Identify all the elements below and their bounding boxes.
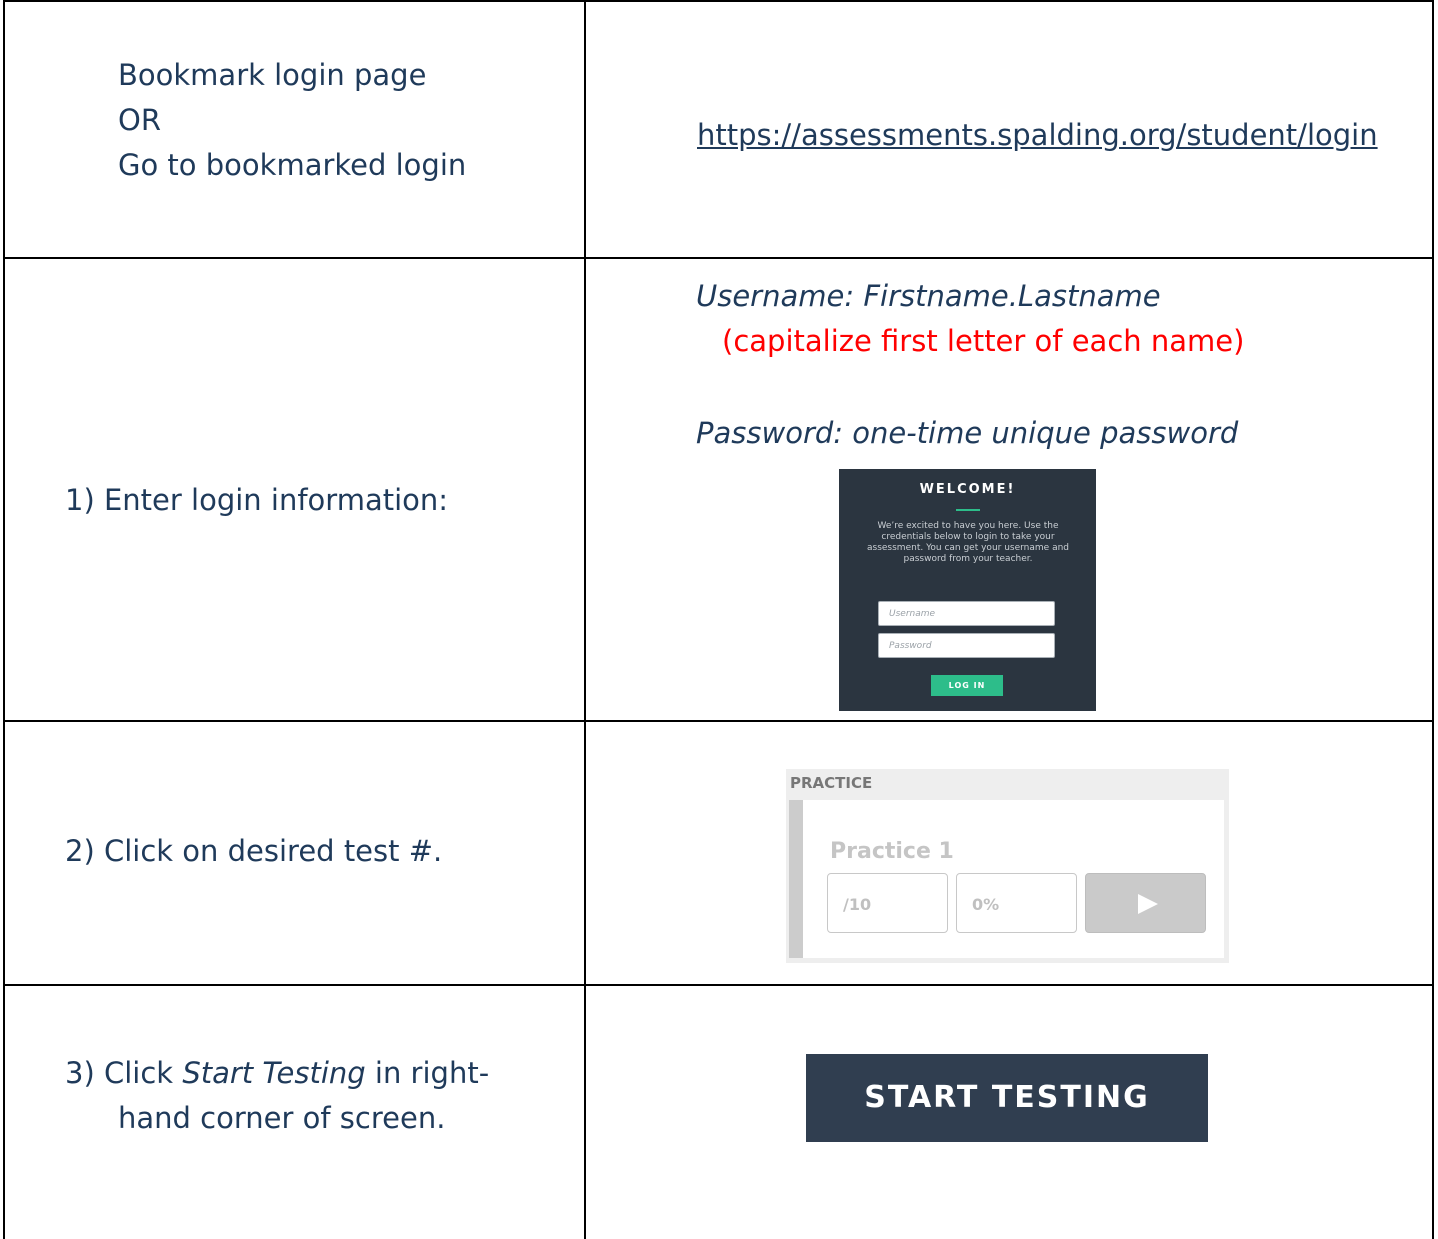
- play-button[interactable]: [1085, 873, 1206, 933]
- score-box: /10: [827, 873, 948, 933]
- login-url-link[interactable]: https://assessments.spalding.org/student…: [697, 116, 1378, 154]
- password-input[interactable]: Password: [878, 633, 1055, 658]
- password-format: Password: one-time unique password: [696, 416, 1239, 450]
- start-testing-button[interactable]: START TESTING: [806, 1054, 1208, 1142]
- welcome-message: We’re excited to have you here. Use the …: [867, 521, 1069, 564]
- step-3-text: 3) Click Start Testing in right-: [65, 1054, 489, 1092]
- step-3-prefix: 3) Click: [65, 1056, 183, 1090]
- play-icon: [1138, 894, 1158, 914]
- step-3-suffix: in right-: [365, 1056, 490, 1090]
- practice-screenshot: PRACTICE Practice 1 /10 0%: [786, 769, 1229, 963]
- capitalize-note: (capitalize first letter of each name): [722, 324, 1245, 358]
- step-2-text: 2) Click on desired test #.: [65, 834, 443, 868]
- percent-box: 0%: [956, 873, 1077, 933]
- row-divider: [3, 720, 1434, 722]
- start-testing-emphasis: Start Testing: [182, 1056, 366, 1090]
- row-divider: [3, 984, 1434, 986]
- title-underline: [956, 509, 980, 511]
- row-divider: [3, 257, 1434, 259]
- step-3-line2: hand corner of screen.: [118, 1101, 446, 1135]
- practice-section-label: PRACTICE: [790, 774, 873, 792]
- column-divider: [584, 0, 586, 1239]
- go-to-bookmark-text: Go to bookmarked login: [118, 148, 467, 182]
- welcome-title: WELCOME!: [919, 482, 1016, 497]
- or-text: OR: [118, 103, 161, 137]
- login-screenshot: WELCOME! We’re excited to have you here.…: [839, 469, 1096, 711]
- practice-card[interactable]: Practice 1 /10 0%: [789, 800, 1224, 958]
- login-button[interactable]: LOG IN: [931, 675, 1003, 696]
- practice-test-name: Practice 1: [830, 839, 954, 864]
- bookmark-instruction: Bookmark login page: [118, 58, 427, 92]
- username-input[interactable]: Username: [878, 601, 1055, 626]
- card-accent-bar: [789, 800, 803, 958]
- username-format: Username: Firstname.Lastname: [696, 279, 1161, 313]
- step-1-text: 1) Enter login information:: [65, 483, 449, 517]
